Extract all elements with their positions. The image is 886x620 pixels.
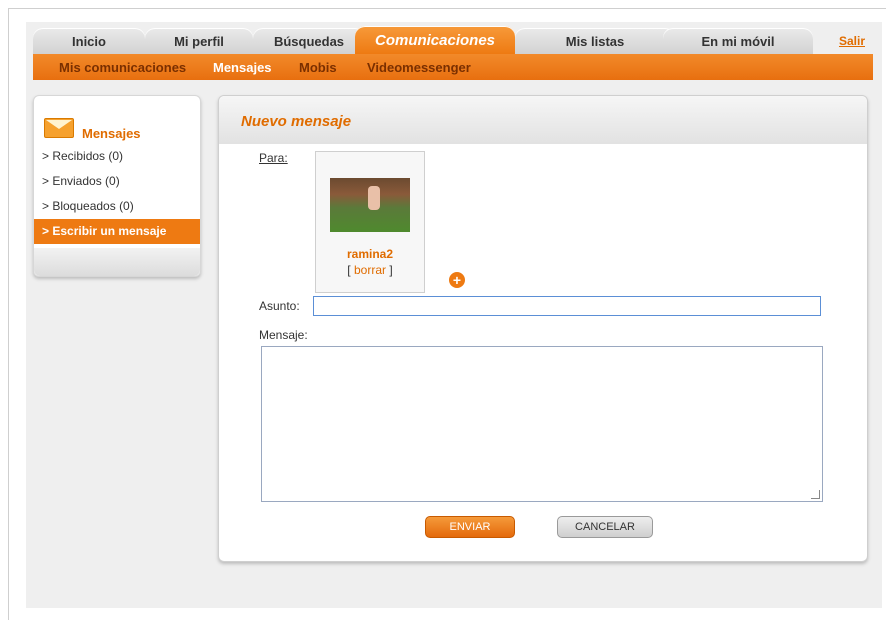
- compose-header: Nuevo mensaje: [219, 96, 867, 144]
- tab-label: En mi móvil: [701, 33, 775, 49]
- subnav-mobis[interactable]: Mobis: [299, 60, 337, 75]
- compose-panel: Nuevo mensaje Para: ramina2 [ borrar ] +…: [218, 95, 868, 562]
- cancel-button[interactable]: CANCELAR: [557, 516, 653, 538]
- tab-inicio[interactable]: Inicio: [33, 28, 145, 54]
- subnav-mis-comunicaciones[interactable]: Mis comunicaciones: [59, 60, 186, 75]
- sidebar-title: Mensajes: [82, 126, 141, 141]
- envelope-icon: [44, 118, 74, 138]
- tab-busquedas[interactable]: Búsquedas: [253, 28, 365, 54]
- tab-label: Búsquedas: [273, 33, 345, 49]
- tab-label: Comunicaciones: [374, 31, 496, 49]
- tab-label: Inicio: [72, 33, 106, 49]
- bracket-close: ]: [389, 263, 393, 277]
- subject-input[interactable]: [313, 296, 821, 316]
- sidebar-item-enviados[interactable]: > Enviados (0): [34, 169, 200, 194]
- person-figure: [368, 186, 380, 210]
- recipient-photo[interactable]: [330, 178, 410, 232]
- subject-label: Asunto:: [259, 299, 300, 313]
- sidebar-header: Mensajes: [34, 96, 200, 144]
- sidebar-item-escribir[interactable]: > Escribir un mensaje: [34, 219, 200, 244]
- tab-label: Mi perfil: [174, 33, 224, 49]
- sidebar-item-bloqueados[interactable]: > Bloqueados (0): [34, 194, 200, 219]
- tab-en-mi-movil[interactable]: En mi móvil: [663, 28, 813, 54]
- logout-link[interactable]: Salir: [839, 34, 865, 48]
- tab-comunicaciones[interactable]: Comunicaciones: [355, 26, 515, 54]
- add-recipient-icon[interactable]: +: [449, 272, 465, 288]
- recipient-card: ramina2 [ borrar ]: [315, 151, 425, 293]
- subnav-mensajes[interactable]: Mensajes: [213, 60, 272, 75]
- tab-label: Mis listas: [565, 33, 625, 49]
- sidebar-item-recibidos[interactable]: > Recibidos (0): [34, 144, 200, 169]
- message-label: Mensaje:: [259, 328, 308, 342]
- messages-sidebar: Mensajes > Recibidos (0) > Enviados (0) …: [33, 95, 201, 277]
- resize-grip-icon[interactable]: [811, 490, 820, 499]
- send-button[interactable]: ENVIAR: [425, 516, 515, 538]
- message-textarea[interactable]: [261, 346, 823, 502]
- to-label: Para:: [259, 151, 288, 165]
- recipient-name[interactable]: ramina2: [316, 247, 424, 261]
- remove-recipient: [ borrar ]: [316, 263, 424, 277]
- main-tabs: Inicio Mi perfil Búsquedas Comunicacione…: [33, 26, 873, 54]
- bracket-open: [: [347, 263, 351, 277]
- compose-title: Nuevo mensaje: [241, 113, 352, 130]
- tab-mis-listas[interactable]: Mis listas: [515, 28, 675, 54]
- sub-navigation: Mis comunicaciones Mensajes Mobis Videom…: [33, 54, 873, 80]
- sidebar-footer: [34, 248, 200, 276]
- tab-mi-perfil[interactable]: Mi perfil: [145, 28, 253, 54]
- subnav-videomessenger[interactable]: Videomessenger: [367, 60, 471, 75]
- remove-link[interactable]: borrar: [354, 263, 386, 277]
